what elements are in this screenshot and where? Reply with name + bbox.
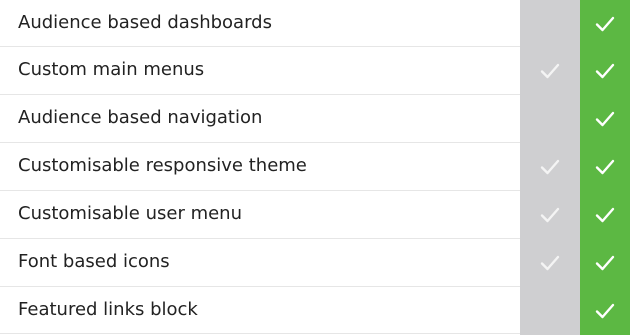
checkmark-icon bbox=[520, 47, 580, 95]
premium-plan-cell bbox=[580, 0, 630, 48]
premium-plan-cell bbox=[580, 47, 630, 95]
premium-plan-cell bbox=[580, 239, 630, 287]
feature-label: Featured links block bbox=[18, 299, 198, 320]
basic-plan-cell bbox=[520, 95, 580, 143]
checkmark-icon bbox=[580, 0, 630, 48]
checkmark-icon bbox=[580, 239, 630, 287]
premium-plan-cell bbox=[580, 143, 630, 191]
basic-plan-cell bbox=[520, 143, 580, 191]
feature-label: Custom main menus bbox=[18, 59, 205, 80]
feature-label: Audience based navigation bbox=[18, 107, 263, 128]
feature-row: Customisable user menu bbox=[0, 191, 630, 239]
feature-row: Audience based dashboards bbox=[0, 0, 630, 48]
basic-plan-cell bbox=[520, 191, 580, 239]
basic-plan-cell bbox=[520, 47, 580, 95]
feature-label: Audience based dashboards bbox=[18, 12, 272, 33]
checkmark-icon bbox=[580, 143, 630, 191]
premium-plan-cell bbox=[580, 95, 630, 143]
feature-row: Font based icons bbox=[0, 239, 630, 287]
premium-plan-cell bbox=[580, 287, 630, 335]
basic-plan-cell bbox=[520, 287, 580, 335]
feature-label: Customisable responsive theme bbox=[18, 155, 307, 176]
checkmark-icon bbox=[520, 191, 580, 239]
feature-label: Font based icons bbox=[18, 251, 170, 272]
feature-label: Customisable user menu bbox=[18, 203, 242, 224]
feature-row: Customisable responsive theme bbox=[0, 143, 630, 191]
checkmark-icon bbox=[520, 239, 580, 287]
basic-plan-cell bbox=[520, 239, 580, 287]
checkmark-icon bbox=[580, 191, 630, 239]
checkmark-icon bbox=[580, 287, 630, 335]
feature-row: Custom main menus bbox=[0, 47, 630, 95]
feature-comparison-table: Audience based dashboards Custom main me… bbox=[0, 0, 630, 335]
feature-row: Featured links block bbox=[0, 287, 630, 335]
checkmark-icon bbox=[520, 143, 580, 191]
checkmark-icon bbox=[580, 95, 630, 143]
basic-plan-cell bbox=[520, 0, 580, 48]
premium-plan-cell bbox=[580, 191, 630, 239]
feature-row: Audience based navigation bbox=[0, 95, 630, 143]
checkmark-icon bbox=[580, 47, 630, 95]
